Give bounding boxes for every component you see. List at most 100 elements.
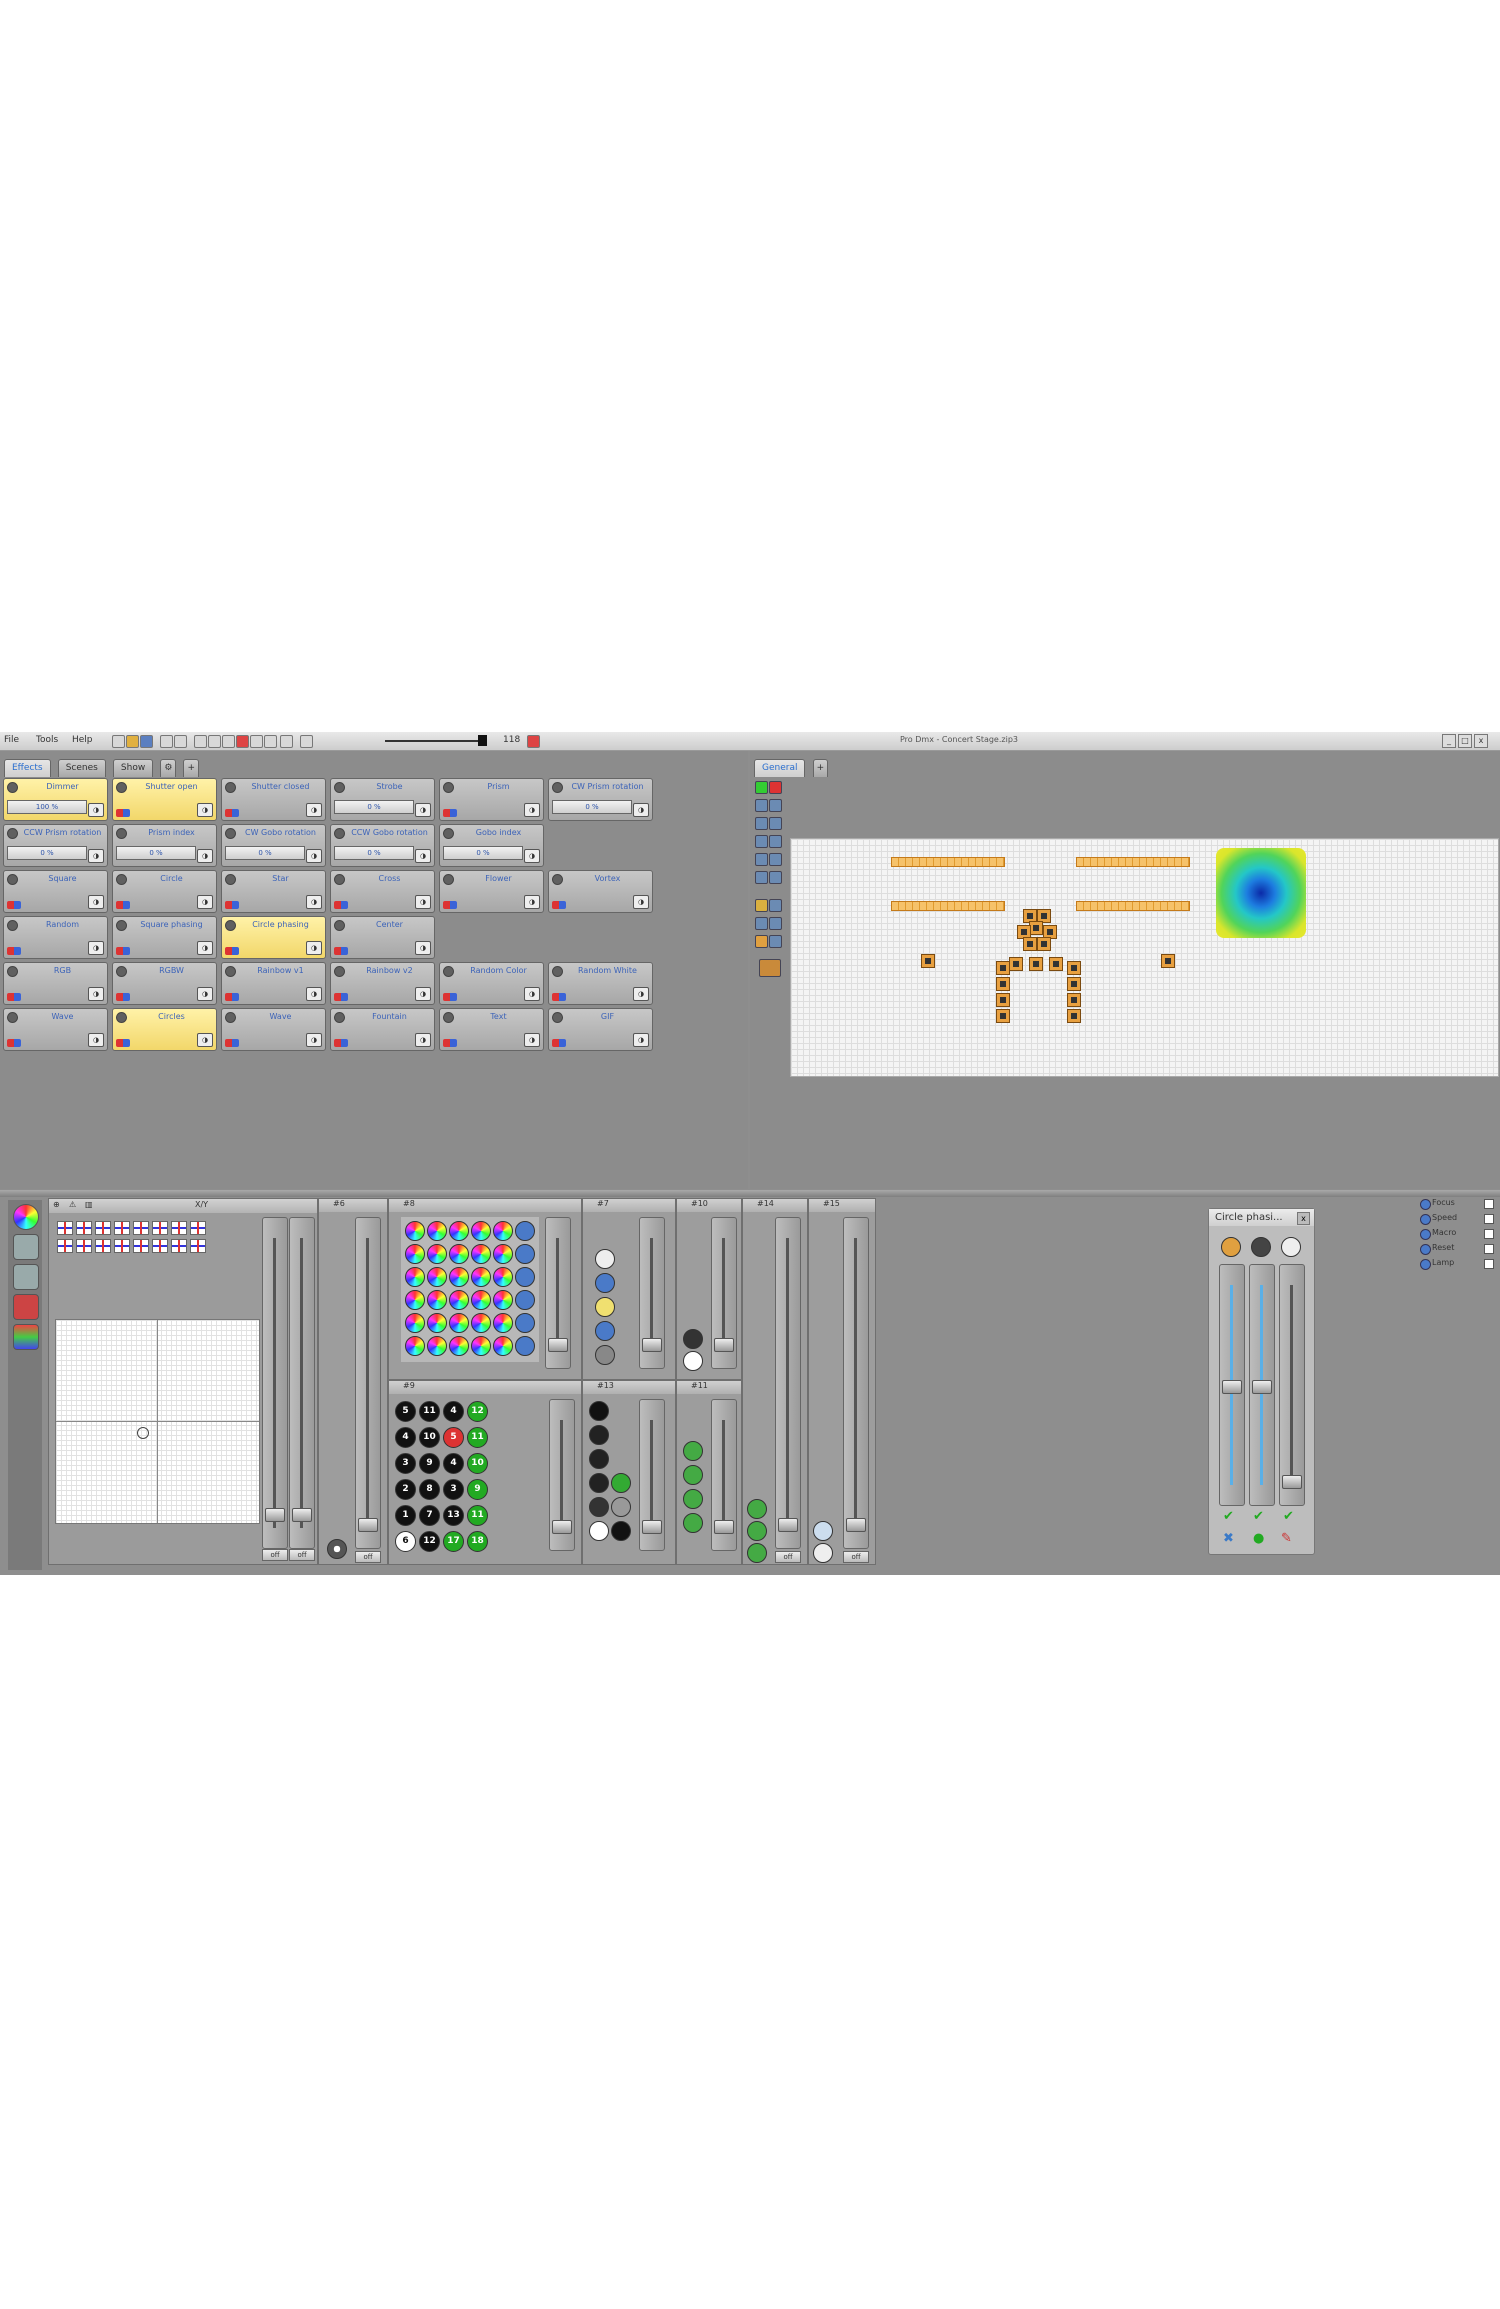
gobo-slot[interactable]: 3	[395, 1453, 416, 1474]
lightbulb-icon[interactable]: ◑	[88, 987, 104, 1001]
color-preset[interactable]	[405, 1313, 425, 1333]
zoom-fader[interactable]	[711, 1399, 737, 1551]
checkbox[interactable]	[1484, 1199, 1494, 1209]
add-tab-icon[interactable]: +	[183, 759, 200, 777]
pin-icon[interactable]	[527, 735, 540, 748]
effect-button[interactable]: CCW Prism rotation 0 % ◑	[3, 824, 108, 867]
fixture[interactable]	[1161, 954, 1175, 968]
paint-icon[interactable]	[755, 899, 768, 912]
gobo-slot[interactable]: 12	[419, 1531, 440, 1552]
fixture[interactable]	[1067, 961, 1081, 975]
fixture[interactable]	[1029, 921, 1043, 935]
record-icon[interactable]	[1251, 1237, 1271, 1257]
lightbulb-icon[interactable]: ◑	[633, 1033, 649, 1047]
lightbulb-icon[interactable]: ◑	[415, 849, 431, 863]
color-preset[interactable]	[427, 1267, 447, 1287]
frost-icon[interactable]	[747, 1521, 767, 1541]
frost-fader[interactable]	[775, 1217, 801, 1549]
effect-value[interactable]: 0 %	[334, 846, 414, 860]
lightbulb-icon[interactable]: ◑	[415, 941, 431, 955]
color-swatch[interactable]	[515, 1267, 535, 1287]
midi-icon[interactable]	[264, 735, 277, 748]
color-preset[interactable]	[493, 1290, 513, 1310]
link-icon[interactable]	[755, 853, 768, 866]
gobo-slot[interactable]: 17	[443, 1531, 464, 1552]
effect-value[interactable]: 0 %	[116, 846, 196, 860]
color-preset[interactable]	[449, 1290, 469, 1310]
master-slider-knob[interactable]	[478, 735, 487, 746]
effect-button[interactable]: Circle ◑	[112, 870, 217, 913]
strobe-icon[interactable]	[595, 1321, 615, 1341]
lightbulb-icon[interactable]: ◑	[633, 803, 649, 817]
color-swatch[interactable]	[515, 1313, 535, 1333]
lightbulb-icon[interactable]: ◑	[415, 803, 431, 817]
list-item[interactable]: Focus	[1420, 1198, 1494, 1210]
frost-icon[interactable]	[747, 1543, 767, 1563]
prism-icon[interactable]	[611, 1521, 631, 1541]
color-preset[interactable]	[471, 1244, 491, 1264]
lightbulb-icon[interactable]: ◑	[415, 895, 431, 909]
zoom-icon[interactable]	[683, 1513, 703, 1533]
position-preset[interactable]	[152, 1239, 168, 1253]
color-fader[interactable]	[545, 1217, 571, 1369]
color-preset[interactable]	[493, 1221, 513, 1241]
tab-effects[interactable]: Effects	[4, 759, 51, 777]
effect-button[interactable]: Rainbow v1 ◑	[221, 962, 326, 1005]
led-matrix-fixture[interactable]	[1216, 848, 1306, 938]
lightbulb-icon[interactable]: ◑	[197, 987, 213, 1001]
effect-button[interactable]: Gobo index 0 % ◑	[439, 824, 544, 867]
warning-icon[interactable]: ⚠	[69, 1200, 76, 1209]
fader-icon[interactable]	[13, 1234, 39, 1260]
color-preset[interactable]	[427, 1221, 447, 1241]
effect-button[interactable]: CCW Gobo rotation 0 % ◑	[330, 824, 435, 867]
master-slider[interactable]	[385, 740, 480, 742]
image-icon[interactable]	[769, 871, 782, 884]
off-button[interactable]: off	[843, 1551, 869, 1563]
gobo-slot[interactable]: 6	[395, 1531, 416, 1552]
color-preset[interactable]	[471, 1336, 491, 1356]
color-preset[interactable]	[427, 1244, 447, 1264]
effect-button[interactable]: Wave ◑	[3, 1008, 108, 1051]
lightbulb-icon[interactable]: ◑	[524, 803, 540, 817]
checkmark-icon[interactable]: ✔	[1283, 1509, 1294, 1524]
close-icon[interactable]: x	[1297, 1212, 1310, 1225]
print-icon[interactable]	[222, 735, 235, 748]
gobo-slot[interactable]: 7	[419, 1505, 440, 1526]
crosshair-icon[interactable]	[137, 1427, 149, 1439]
effect-button[interactable]: RGBW ◑	[112, 962, 217, 1005]
color-preset[interactable]	[471, 1221, 491, 1241]
prism-icon[interactable]	[589, 1425, 609, 1445]
panel-splitter[interactable]	[0, 1190, 1500, 1197]
lightbulb-icon[interactable]: ◑	[197, 803, 213, 817]
lightbulb-icon[interactable]: ◑	[197, 895, 213, 909]
trash-icon[interactable]: ▥	[85, 1200, 93, 1209]
tilt-fader[interactable]	[289, 1217, 315, 1549]
effect-button[interactable]: RGB ◑	[3, 962, 108, 1005]
position-preset[interactable]	[190, 1239, 206, 1253]
fixture[interactable]	[1023, 937, 1037, 951]
prism-icon[interactable]	[611, 1473, 631, 1493]
list-item[interactable]: Speed	[1420, 1213, 1494, 1225]
fixture-icon[interactable]	[208, 735, 221, 748]
popup-fader-size[interactable]	[1219, 1264, 1245, 1506]
effect-button[interactable]: Wave ◑	[221, 1008, 326, 1051]
minimize-icon[interactable]: _	[1442, 734, 1456, 748]
color-preset[interactable]	[427, 1313, 447, 1333]
pan-fader[interactable]	[262, 1217, 288, 1549]
position-preset[interactable]	[171, 1239, 187, 1253]
color-preset[interactable]	[471, 1290, 491, 1310]
position-preset[interactable]	[76, 1221, 92, 1235]
lightbulb-icon[interactable]: ◑	[306, 849, 322, 863]
xy-pad[interactable]	[55, 1319, 260, 1524]
prism-icon[interactable]	[589, 1497, 609, 1517]
delete-icon[interactable]	[769, 781, 782, 794]
lightbulb-icon[interactable]: ◑	[88, 941, 104, 955]
color-swatch[interactable]	[515, 1336, 535, 1356]
lightbulb-icon[interactable]: ◑	[306, 941, 322, 955]
gobo-slot[interactable]: 9	[419, 1453, 440, 1474]
color-preset[interactable]	[405, 1267, 425, 1287]
led-bar-fixture[interactable]	[891, 857, 1005, 867]
speaker-icon[interactable]	[300, 735, 313, 748]
grid-icon[interactable]	[769, 853, 782, 866]
color-preset[interactable]	[493, 1267, 513, 1287]
